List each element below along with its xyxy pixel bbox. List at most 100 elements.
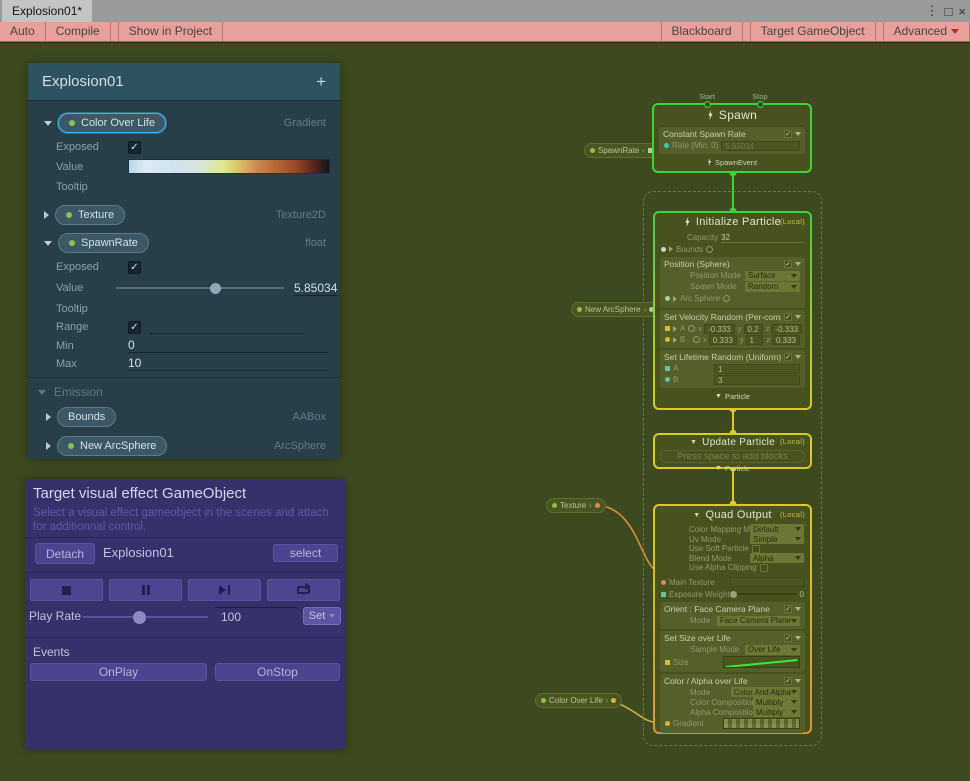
auto-button[interactable]: Auto (0, 22, 46, 41)
block-enabled-checkbox[interactable]: ✓ (784, 605, 792, 613)
advanced-dropdown-button[interactable]: Advanced (883, 22, 970, 41)
kebab-menu-icon[interactable]: ⋮ (926, 3, 939, 19)
rate-port-icon[interactable] (664, 143, 669, 148)
select-button[interactable]: select (273, 544, 338, 562)
tab-explosion01[interactable]: Explosion01* (2, 0, 92, 22)
gradient-value-field[interactable] (128, 159, 330, 174)
detach-button[interactable]: Detach (35, 543, 95, 564)
block-collapse-icon[interactable] (795, 355, 801, 359)
chevron-right-icon[interactable] (46, 413, 51, 421)
capacity-field[interactable]: 32 (721, 232, 804, 243)
color-mapping-mode-dropdown[interactable]: Default (750, 524, 804, 534)
node-initialize-particle[interactable]: Initialize Particle (Local) Capacity 32 … (653, 211, 812, 410)
gradient-port-icon[interactable] (665, 721, 670, 726)
rate-value-field[interactable]: 5.85034 (721, 141, 800, 151)
position-mode-dropdown[interactable]: Surface (745, 271, 800, 281)
collapse-icon[interactable]: ‹ (644, 305, 647, 314)
value-field[interactable]: 5.85034 (294, 281, 337, 296)
blackboard-panel[interactable]: Explosion01 + Color Over Life Gradient E… (28, 63, 340, 459)
space-scope-label[interactable]: (Local) (780, 217, 805, 226)
color-mode-dropdown[interactable]: Color And Alpha (731, 687, 800, 697)
exposure-port-icon[interactable] (661, 592, 666, 597)
compile-button[interactable]: Compile (46, 22, 111, 41)
parameter-node-spawnrate[interactable]: SpawnRate ‹ (584, 143, 659, 158)
block-enabled-checkbox[interactable]: ✓ (784, 634, 792, 642)
expand-icon[interactable] (673, 296, 677, 302)
collapse-icon[interactable]: ‹ (589, 501, 592, 510)
float-port-icon[interactable] (665, 377, 670, 382)
node-quad-output[interactable]: ▼ Quad Output (Local) Color Mapping Mode… (653, 504, 812, 734)
block-collapse-icon[interactable] (795, 262, 801, 266)
slider-thumb[interactable] (210, 283, 221, 294)
node-spawn[interactable]: Start Stop Spawn Constant Spawn Rate ✓ R… (652, 103, 812, 173)
velocity-b-x-field[interactable]: 0.333 (709, 335, 737, 345)
blackboard-toggle-button[interactable]: Blackboard (661, 22, 743, 41)
exposed-checkbox[interactable]: ✓ (128, 141, 141, 154)
step-button[interactable] (188, 579, 261, 601)
bounds-port-icon[interactable] (661, 247, 666, 252)
space-toggle-icon[interactable] (706, 246, 713, 253)
block-collapse-icon[interactable] (795, 679, 801, 683)
color-composition-dropdown[interactable]: Multiply (753, 697, 800, 707)
param-pill-texture[interactable]: Texture (55, 205, 125, 225)
block-collapse-icon[interactable] (795, 636, 801, 640)
chevron-right-icon[interactable] (44, 211, 49, 219)
stop-button[interactable] (30, 579, 103, 601)
expand-icon[interactable] (673, 337, 677, 343)
min-field[interactable]: 0 (128, 338, 328, 353)
block-set-velocity-random[interactable]: Set Velocity Random (Per-component) ✓ A … (660, 310, 805, 348)
block-enabled-checkbox[interactable]: ✓ (784, 353, 792, 361)
max-field[interactable]: 10 (128, 356, 328, 371)
sample-mode-dropdown[interactable]: Over Life (745, 645, 800, 655)
lifetime-a-field[interactable]: 1 (714, 364, 800, 374)
slider-thumb[interactable] (730, 591, 737, 598)
block-position-sphere[interactable]: Position (Sphere) ✓ Position Mode Surfac… (660, 257, 805, 308)
expand-icon[interactable] (669, 246, 673, 252)
chevron-down-icon[interactable] (44, 121, 52, 126)
size-curve-field[interactable] (723, 656, 800, 668)
parameter-node-color-over-life[interactable]: Color Over Life ‹ (535, 693, 622, 708)
block-set-lifetime-random[interactable]: Set Lifetime Random (Uniform) ✓ A 1 B 3 (660, 350, 805, 388)
space-toggle-icon[interactable] (693, 336, 700, 343)
expand-icon[interactable] (673, 326, 677, 332)
block-orient-face-camera[interactable]: Orient : Face Camera Plane ✓ Mode Face C… (660, 602, 805, 629)
maximize-icon[interactable]: □ (945, 4, 953, 19)
show-in-project-button[interactable]: Show in Project (118, 22, 223, 41)
collapse-icon[interactable]: ‹ (642, 146, 645, 155)
collapse-icon[interactable]: ‹ (606, 696, 609, 705)
add-blocks-placeholder[interactable]: Press space to add blocks (660, 450, 805, 463)
blend-mode-dropdown[interactable]: Alpha (750, 553, 804, 563)
value-slider[interactable] (116, 287, 284, 289)
block-color-alpha-over-life[interactable]: Color / Alpha over Life ✓ Mode Color And… (660, 674, 805, 733)
orient-mode-dropdown[interactable]: Face Camera Plane (717, 616, 800, 626)
onplay-event-button[interactable]: OnPlay (30, 663, 207, 681)
close-icon[interactable]: × (958, 4, 966, 19)
node-update-particle[interactable]: ▼ Update Particle (Local) Press space to… (653, 433, 812, 469)
exposure-weight-slider[interactable] (730, 593, 797, 595)
param-pill-spawnrate[interactable]: SpawnRate (58, 233, 149, 253)
gradient-port-icon[interactable] (611, 698, 616, 703)
restart-loop-button[interactable] (267, 579, 340, 601)
block-constant-spawn-rate[interactable]: Constant Spawn Rate ✓ Rate (Min: 0) 5.85… (659, 127, 805, 154)
vector-port-icon[interactable] (665, 337, 670, 342)
space-scope-label[interactable]: (Local) (780, 510, 805, 519)
param-pill-color-over-life[interactable]: Color Over Life (58, 113, 166, 133)
pause-button[interactable] (109, 579, 182, 601)
play-rate-field[interactable]: 100 (215, 607, 297, 624)
target-gameobject-toggle-button[interactable]: Target GameObject (750, 22, 876, 41)
block-enabled-checkbox[interactable]: ✓ (784, 260, 792, 268)
block-enabled-checkbox[interactable]: ✓ (784, 313, 792, 321)
param-pill-new-arcsphere[interactable]: New ArcSphere (57, 436, 167, 456)
spawn-mode-dropdown[interactable]: Random (745, 282, 800, 292)
space-toggle-icon[interactable] (688, 325, 695, 332)
add-parameter-button[interactable]: + (316, 72, 326, 92)
block-enabled-checkbox[interactable]: ✓ (784, 130, 792, 138)
main-texture-field[interactable] (730, 577, 804, 587)
velocity-a-z-field[interactable]: -0.333 (771, 324, 802, 334)
arcsphere-port-icon[interactable] (665, 296, 670, 301)
space-scope-label[interactable]: (Local) (780, 437, 805, 446)
play-rate-slider[interactable] (83, 616, 208, 618)
uv-mode-dropdown[interactable]: Simple (750, 534, 804, 544)
block-collapse-icon[interactable] (795, 315, 801, 319)
alpha-composition-dropdown[interactable]: Multiply (753, 707, 800, 717)
